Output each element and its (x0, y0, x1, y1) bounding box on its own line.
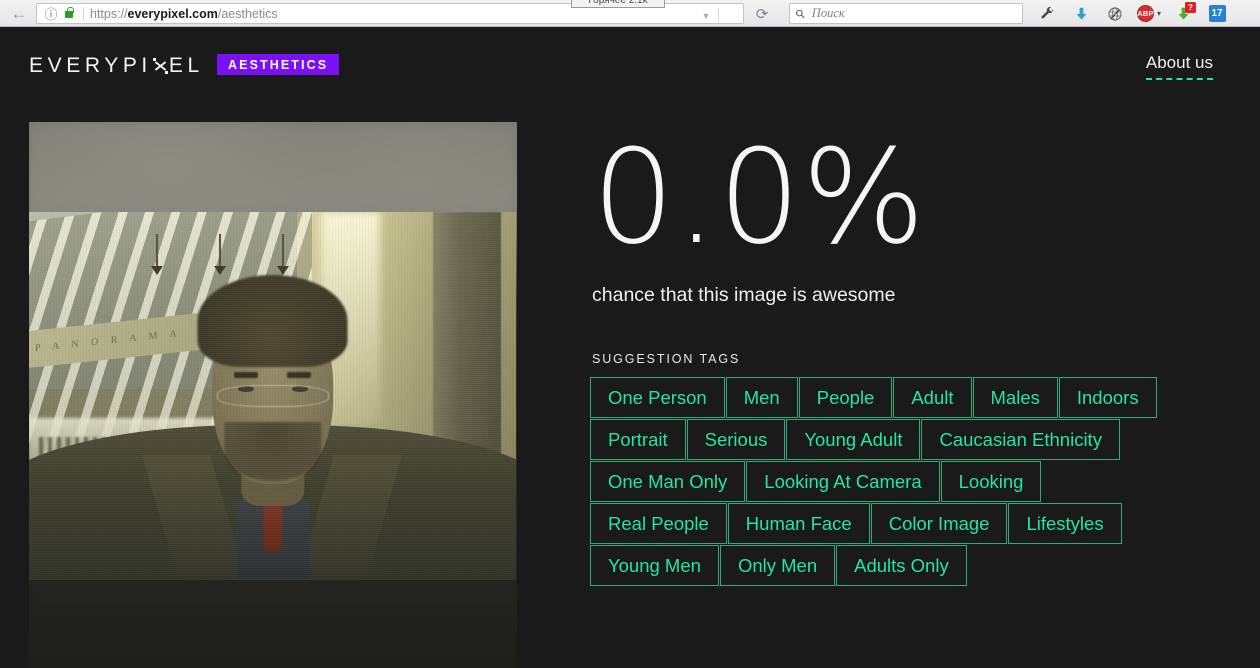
suggestion-tag[interactable]: Young Men (590, 545, 719, 586)
suggestion-tag[interactable]: Looking (940, 461, 1042, 502)
photo-pendant-lamp (150, 234, 163, 276)
suggestion-tag[interactable]: Looking At Camera (746, 461, 940, 502)
wrench-icon[interactable] (1030, 0, 1064, 27)
suggestion-tag[interactable]: Adult (893, 377, 972, 418)
globe-pen-icon[interactable] (1098, 0, 1132, 27)
chevron-down-icon[interactable]: ▼ (697, 8, 715, 24)
suggestion-tag[interactable]: Males (972, 377, 1058, 418)
suggestion-tag[interactable]: Color Image (870, 503, 1008, 544)
adblock-plus-icon[interactable]: ABP ▾ (1132, 0, 1166, 27)
suggestion-tag[interactable]: Caucasian Ethnicity (921, 419, 1120, 460)
photo-hair (197, 274, 348, 367)
suggestion-tags-heading: SUGGESTION TAGS (592, 352, 741, 366)
photo-pendant-lamp (277, 234, 290, 276)
suggestion-tag[interactable]: One Person (590, 377, 725, 418)
lock-icon (61, 7, 77, 18)
suggestion-tag[interactable]: Only Men (719, 545, 836, 586)
search-input[interactable]: Поиск (812, 6, 845, 21)
url-text: https://everypixel.com/aesthetics (90, 7, 278, 21)
results-panel: 0.0% chance that this image is awesome S… (590, 122, 1230, 586)
search-icon: ⚲ (792, 5, 809, 22)
search-bar[interactable]: ⚲ Поиск (789, 3, 1023, 24)
uploaded-photo[interactable]: P A N O R A M A (29, 212, 516, 580)
reload-button[interactable]: ⟳ (752, 4, 772, 24)
url-divider (83, 6, 84, 21)
calendar-icon[interactable]: 17 (1200, 0, 1234, 27)
score-caption: chance that this image is awesome (592, 284, 896, 306)
aesthetics-badge: AESTHETICS (217, 54, 340, 75)
reload-icon: ⟳ (755, 6, 769, 23)
url-path: /aesthetics (217, 6, 278, 21)
logo-x-icon (152, 57, 168, 75)
calendar-day-number: 17 (1208, 5, 1226, 22)
chevron-down-icon[interactable]: ▾ (1157, 9, 1161, 18)
aesthetics-score: 0.0% (592, 121, 927, 273)
browser-toolbar: ← ⓘ https://everypixel.com/aesthetics ▼ … (0, 0, 1260, 27)
logo-text-left: EVERYPI (29, 54, 152, 77)
suggestion-tags-list: One Person Men People Adult Males Indoors Port… (590, 377, 1168, 586)
photo-eyebrow (287, 371, 312, 378)
photo-beard (223, 421, 322, 481)
photo-pendant-lamp (213, 234, 226, 276)
suggestion-tag[interactable]: People (798, 377, 893, 418)
photo-eyebrow (233, 371, 258, 378)
downloads-badge: ? (1185, 2, 1196, 13)
abp-label: ABP (1136, 5, 1154, 22)
photo-glasses (216, 384, 329, 408)
site-header: EVERYPI EL AESTHETICS About us (0, 27, 1260, 123)
download-arrow-icon[interactable] (1064, 0, 1098, 27)
popup-tab-label[interactable]: Горячее 2.1k (571, 0, 665, 8)
url-host: everypixel.com (127, 6, 218, 21)
photo-tie (262, 499, 283, 551)
about-us-link[interactable]: About us (1145, 53, 1213, 80)
suggestion-tag[interactable]: Human Face (727, 503, 870, 544)
uploaded-image-panel[interactable]: P A N O R A M A (29, 122, 517, 668)
suggestion-tag[interactable]: One Man Only (590, 461, 746, 502)
suggestion-tag[interactable]: Real People (590, 503, 727, 544)
suggestion-tag[interactable]: Lifestyles (1008, 503, 1122, 544)
suggestion-tag[interactable]: Young Adult (786, 419, 921, 460)
logo-text-right: EL (168, 54, 204, 77)
url-scheme: https:// (90, 6, 128, 21)
site-info-icon[interactable]: ⓘ (42, 5, 60, 23)
logo[interactable]: EVERYPI EL (29, 54, 204, 78)
extension-toolbar: ABP ▾ ? 17 (1030, 0, 1234, 27)
back-arrow-icon: ← (10, 3, 28, 23)
suggestion-tag[interactable]: Serious (686, 419, 786, 460)
urlbar-separator (718, 8, 719, 22)
page-body: EVERYPI EL AESTHETICS About us P A N O R … (0, 27, 1260, 668)
suggestion-tag[interactable]: Adults Only (836, 545, 967, 586)
back-button[interactable]: ← (4, 2, 34, 24)
suggestion-tag[interactable]: Portrait (590, 419, 686, 460)
suggestion-tag[interactable]: Indoors (1058, 377, 1157, 418)
downloads-status-icon[interactable]: ? (1166, 0, 1200, 27)
suggestion-tag[interactable]: Men (725, 377, 798, 418)
